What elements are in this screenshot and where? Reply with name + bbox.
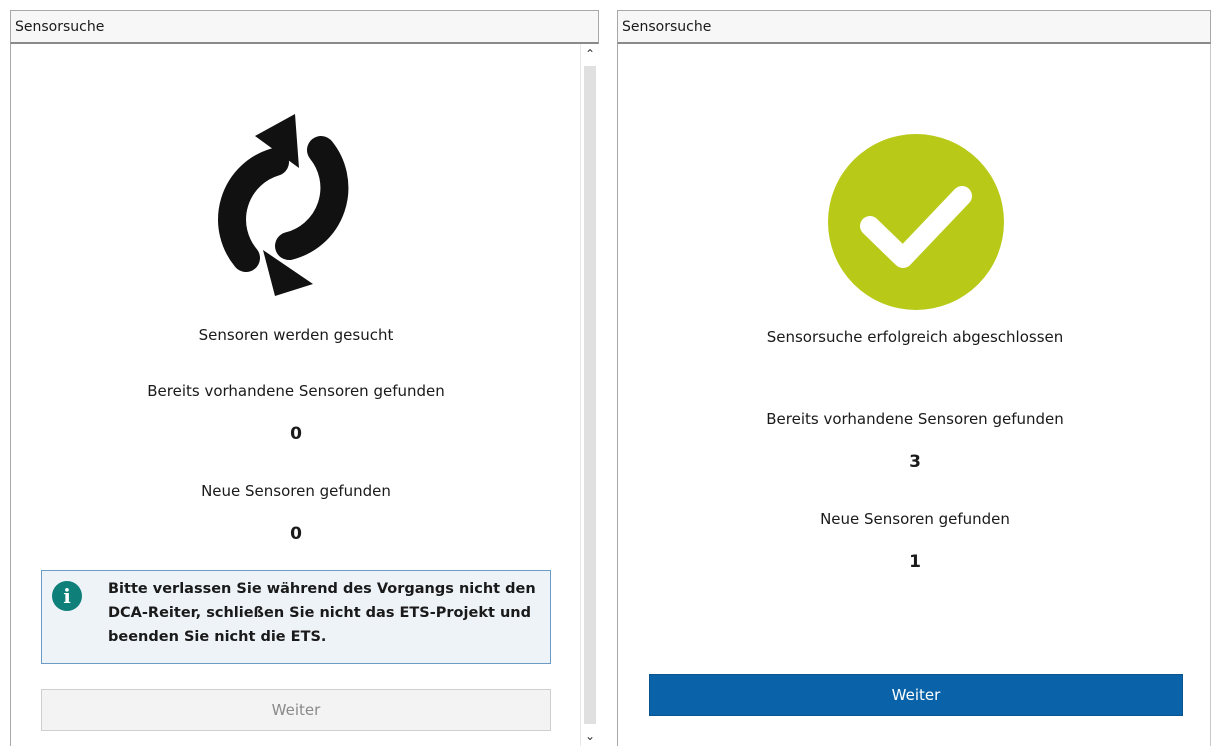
new-sensors-count: 0 bbox=[290, 524, 302, 544]
scrollbar-thumb[interactable] bbox=[584, 66, 596, 724]
info-icon: i bbox=[52, 581, 82, 611]
info-message: Bitte verlassen Sie während des Vorgangs… bbox=[108, 581, 536, 645]
scroll-down-icon[interactable]: ⌄ bbox=[581, 726, 599, 746]
panel-content: Sensoren werden gesucht Bereits vorhande… bbox=[10, 44, 599, 746]
new-sensors-label: Neue Sensoren gefunden bbox=[201, 482, 391, 500]
new-sensors-count: 1 bbox=[909, 552, 921, 572]
existing-sensors-count: 0 bbox=[290, 424, 302, 444]
search-status-text: Sensorsuche erfolgreich abgeschlossen bbox=[766, 328, 1064, 346]
sensor-search-panel-complete: Sensorsuche Sensorsuche erfolgreich abge… bbox=[617, 10, 1211, 746]
sensor-search-panel-in-progress: Sensorsuche Sensoren werden gesucht Bere… bbox=[10, 10, 599, 746]
panel-content: Sensorsuche erfolgreich abgeschlossen Be… bbox=[617, 44, 1211, 746]
next-button-disabled[interactable]: Weiter bbox=[41, 689, 551, 731]
search-status-text: Sensoren werden gesucht bbox=[198, 326, 394, 344]
existing-sensors-count: 3 bbox=[909, 452, 921, 472]
next-button[interactable]: Weiter bbox=[649, 674, 1183, 716]
refresh-icon bbox=[218, 114, 349, 296]
panel-title: Sensorsuche bbox=[10, 10, 599, 44]
existing-sensors-label: Bereits vorhandene Sensoren gefunden bbox=[766, 410, 1064, 428]
scroll-up-icon[interactable]: ⌃ bbox=[581, 44, 599, 64]
existing-sensors-label: Bereits vorhandene Sensoren gefunden bbox=[147, 382, 445, 400]
new-sensors-label: Neue Sensoren gefunden bbox=[820, 510, 1010, 528]
info-box: i Bitte verlassen Sie während des Vorgan… bbox=[41, 570, 551, 664]
panel-title: Sensorsuche bbox=[617, 10, 1211, 44]
vertical-scrollbar[interactable]: ⌃ ⌄ bbox=[580, 44, 599, 746]
checkmark-icon bbox=[828, 134, 1004, 310]
